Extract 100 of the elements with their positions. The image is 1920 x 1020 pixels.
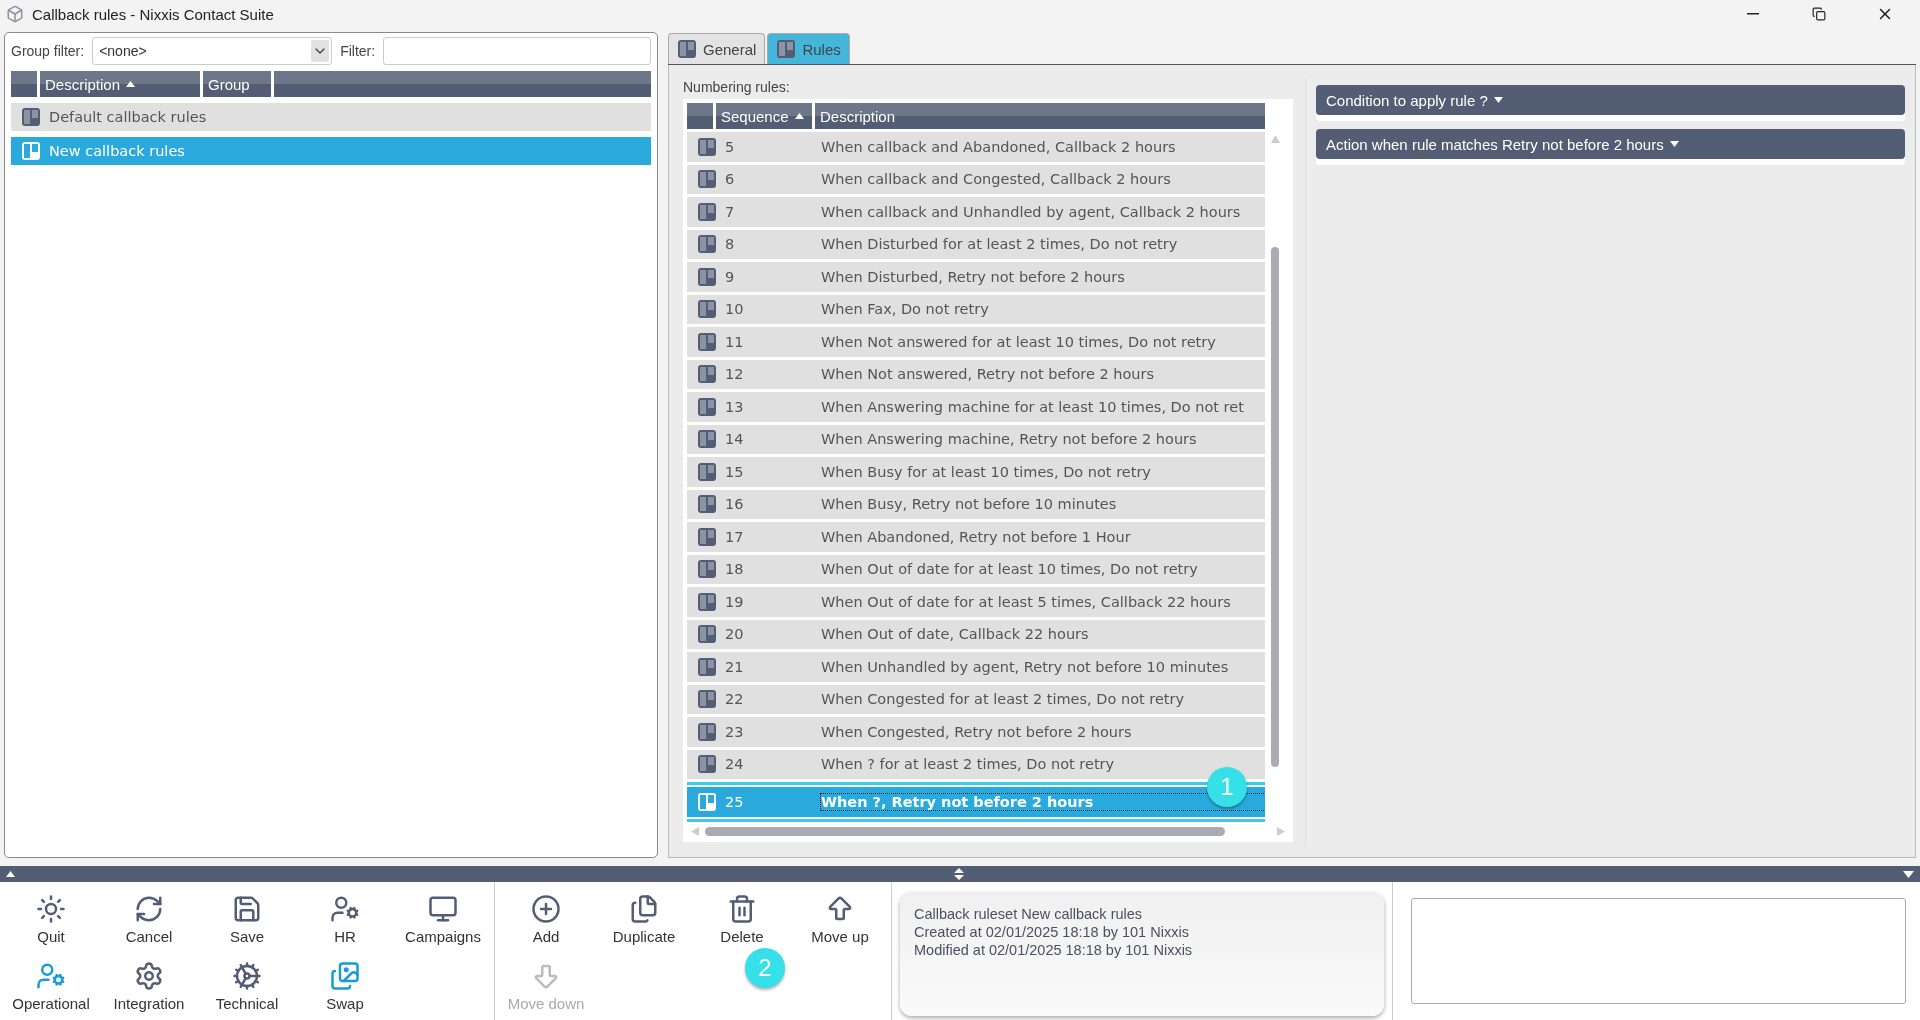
column-header[interactable] [687, 103, 713, 129]
scroll-right-icon[interactable] [1277, 827, 1285, 836]
images-icon [330, 961, 360, 991]
toolbar-button[interactable]: Cancel [100, 882, 198, 949]
window-title: Callback rules - Nixxis Contact Suite [32, 5, 275, 23]
rule-row[interactable]: 10 When Fax, Do not retry [687, 294, 1265, 324]
list-icon [21, 107, 41, 127]
list-icon [697, 689, 717, 710]
list-icon [697, 266, 717, 287]
list-icon [697, 429, 717, 450]
restore-icon [1812, 7, 1826, 21]
trash-icon [727, 894, 757, 924]
rule-row[interactable]: 11 When Not answered for at least 10 times, Do not retry [687, 327, 1265, 357]
list-icon [697, 494, 717, 515]
list-icon [697, 461, 717, 482]
toolbar-button[interactable]: Swap [296, 949, 394, 1016]
minimize-icon [1747, 13, 1759, 15]
sort-arrow-icon [794, 113, 804, 119]
rule-row[interactable]: 20 When Out of date, Callback 22 hours [687, 619, 1265, 649]
rule-row[interactable]: 24 When ? for at least 2 times, Do not retry [687, 749, 1265, 779]
gear-icon [134, 961, 164, 991]
rule-row[interactable]: 7 When callback and Unhandled by agent, Callback 2 hours [687, 197, 1265, 227]
refresh-icon [134, 894, 164, 924]
list-icon [697, 591, 717, 612]
expand-icon[interactable] [6, 871, 15, 877]
toolbar-button[interactable]: Quit [2, 882, 100, 949]
list-icon [697, 331, 717, 352]
rule-row[interactable]: 17 When Abandoned, Retry not before 1 Hour [687, 522, 1265, 552]
list-icon [677, 39, 697, 59]
documents-icon [629, 894, 659, 924]
rule-row[interactable]: 8 When Disturbed for at least 2 times, Do not retry [687, 229, 1265, 259]
info-line: Created at 02/01/2025 18:18 by 101 Nixxis [914, 924, 1190, 940]
filter-field[interactable] [383, 37, 651, 65]
rule-row[interactable]: 16 When Busy, Retry not before 10 minutes [687, 489, 1265, 519]
toolbar-button[interactable]: HR [296, 882, 394, 949]
rule-row[interactable]: 18 When Out of date for at least 10 times, Do not retry [687, 554, 1265, 584]
scrollbar-thumb[interactable] [705, 827, 1225, 836]
resize-icon[interactable] [954, 868, 964, 880]
toolbar-button[interactable]: Add [497, 882, 595, 949]
list-icon [697, 559, 717, 580]
list-icon [776, 39, 797, 59]
rule-row[interactable]: 22 When Congested for at least 2 times, Do not retry [687, 684, 1265, 714]
rule-row[interactable]: 12 When Not answered, Retry not before 2 hours [687, 359, 1265, 389]
rule-row[interactable]: 15 When Busy for at least 10 times, Do not retry [687, 457, 1265, 487]
save-icon [232, 894, 262, 924]
numbering-rules-label: Numbering rules: [683, 79, 791, 95]
rule-row[interactable]: 23 When Congested, Retry not before 2 hours [687, 717, 1265, 747]
column-header[interactable] [274, 71, 651, 97]
column-header[interactable]: Group [203, 71, 271, 97]
toolbar-button[interactable]: Duplicate [595, 882, 693, 949]
list-icon [697, 526, 717, 547]
collapse-icon[interactable] [1903, 870, 1914, 878]
toolbar-button[interactable]: Move up [791, 882, 889, 949]
column-header[interactable] [11, 71, 37, 97]
list-icon [697, 656, 717, 677]
toolbar-button[interactable]: Delete [693, 882, 791, 949]
rule-row[interactable]: 6 When callback and Congested, Callback 2 hours [687, 164, 1265, 194]
list-icon [697, 169, 717, 190]
rule-row[interactable]: 13 When Answering machine for at least 10 times, Do not ret [687, 392, 1265, 422]
step-marker: 2 [745, 948, 785, 988]
list-icon [21, 141, 41, 161]
rule-row[interactable]: 5 When callback and Abandoned, Callback 2 hours [687, 132, 1265, 162]
info-line: Callback ruleset New callback rules [914, 906, 1144, 922]
app-icon [6, 5, 24, 23]
rule-row[interactable]: 19 When Out of date for at least 5 times, Callback 22 hours [687, 587, 1265, 617]
tab[interactable]: General [668, 33, 766, 64]
toolbar-button[interactable]: Technical [198, 949, 296, 1016]
user-gear-icon [36, 961, 66, 991]
gear-icon [232, 961, 262, 991]
list-icon [697, 754, 717, 775]
toolbar-button[interactable]: Save [198, 882, 296, 949]
list-icon [697, 136, 717, 157]
list-icon [697, 791, 717, 812]
scroll-up-icon[interactable] [1270, 135, 1280, 143]
ruleset-row[interactable]: Default callback rules [11, 103, 651, 131]
list-icon [697, 396, 717, 417]
toolbar-button[interactable]: Operational [2, 949, 100, 1016]
scroll-left-icon[interactable] [691, 827, 699, 836]
caret-icon [1493, 97, 1503, 103]
group-filter-label: Group filter: [11, 43, 85, 59]
list-icon [697, 364, 717, 385]
notes-field[interactable] [1411, 898, 1906, 1004]
sort-arrow-icon [126, 81, 136, 87]
column-header[interactable]: Description [815, 103, 1265, 129]
list-icon [697, 624, 717, 645]
group-filter-dropdown[interactable]: <none> [92, 37, 333, 65]
scrollbar-thumb[interactable] [1271, 247, 1279, 767]
plus-circle-icon [531, 894, 561, 924]
filter-label: Filter: [340, 43, 376, 59]
list-icon [697, 721, 717, 742]
column-header[interactable]: Description [40, 71, 200, 97]
toolbar-button[interactable]: Campaigns [394, 882, 492, 949]
column-header[interactable]: Sequence [716, 103, 812, 129]
rule-row[interactable]: 9 When Disturbed, Retry not before 2 hours [687, 262, 1265, 292]
toolbar-button[interactable]: Integration [100, 949, 198, 1016]
tab[interactable]: Rules [767, 33, 850, 64]
monitor-icon [428, 894, 458, 924]
list-icon [697, 234, 717, 255]
rule-row[interactable]: 21 When Unhandled by agent, Retry not before 10 minutes [687, 652, 1265, 682]
rule-row[interactable]: 14 When Answering machine, Retry not before 2 hours [687, 424, 1265, 454]
